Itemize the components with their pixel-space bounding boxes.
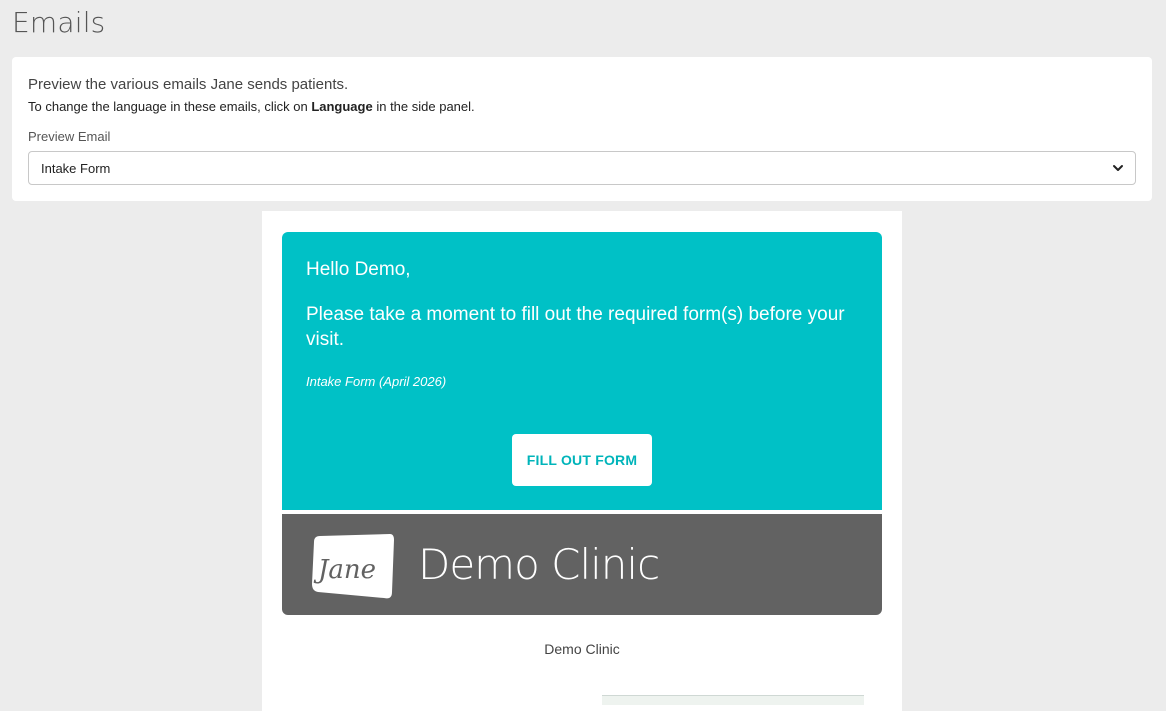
email-message: Please take a moment to fill out the req… — [306, 304, 845, 350]
preview-email-select[interactable]: Intake Form — [28, 151, 1136, 185]
hint-text-after: in the side panel. — [376, 99, 475, 114]
select-value: Intake Form — [41, 160, 111, 176]
email-greeting: Hello Demo, — [306, 259, 411, 280]
chevron-down-icon — [1113, 165, 1123, 171]
email-hero: Hello Demo, Please take a moment to fill… — [282, 232, 882, 510]
footer-clinic-name: Demo Clinic — [544, 641, 620, 657]
clinic-brand-bar: Jane Demo Clinic — [282, 512, 882, 615]
jane-logo-text: Jane — [313, 555, 376, 585]
map-preview — [602, 695, 864, 705]
page-title: Emails — [12, 6, 106, 39]
preview-panel: Preview the various emails Jane sends pa… — [12, 57, 1152, 201]
jane-logo: Jane — [312, 534, 394, 599]
preview-email-label: Preview Email — [28, 129, 111, 144]
email-form-name: Intake Form (April 2026) — [306, 374, 447, 389]
brand-clinic-name: Demo Clinic — [418, 540, 660, 589]
language-hint: To change the language in these emails, … — [28, 98, 1136, 116]
email-preview: Hello Demo, Please take a moment to fill… — [262, 211, 902, 711]
fill-out-form-button[interactable]: FILL OUT FORM — [512, 434, 652, 486]
preview-intro: Preview the various emails Jane sends pa… — [28, 76, 349, 93]
hint-language-bold: Language — [311, 99, 373, 114]
hint-text-before: To change the language in these emails, … — [28, 99, 308, 114]
